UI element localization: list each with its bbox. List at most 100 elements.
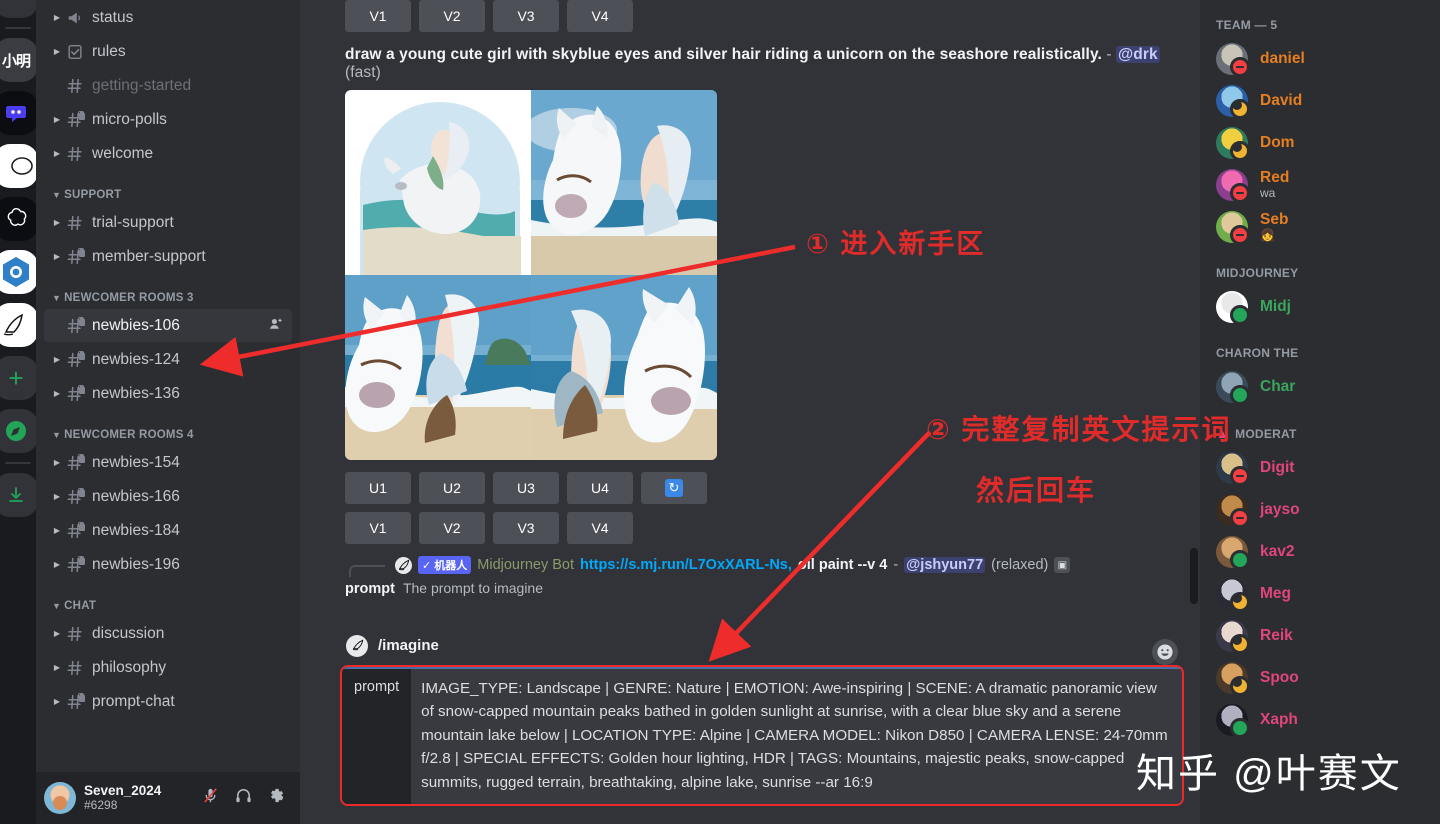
channel-list[interactable]: ▶ status ▶ rules getting-started ▶ micro-polls… [36,0,300,772]
member-row[interactable]: Midj [1208,286,1440,328]
prompt-input-box[interactable]: prompt IMAGE_TYPE: Landscape | GENRE: Na… [340,664,1184,806]
expand-arrow-icon[interactable]: ▶ [52,458,62,467]
expand-arrow-icon[interactable]: ▶ [52,355,62,364]
channel-category-newcomer-rooms-4[interactable]: ▼ NEWCOMER ROOMS 4 [36,411,300,445]
sidebar-item-trial-support[interactable]: ▶ trial-support [44,206,292,239]
member-row[interactable]: Dom [1208,122,1440,164]
mj-button-v2[interactable]: V2 [419,0,485,32]
expand-arrow-icon[interactable]: ▶ [52,663,62,672]
expand-arrow-icon[interactable]: ▶ [52,526,62,535]
sidebar-item-prompt-chat[interactable]: ▶ prompt-chat [44,685,292,718]
variation-button-row-top[interactable]: V1 V2 V3 V4 [345,0,1184,32]
sidebar-item-newbies-154[interactable]: ▶ newbies-154 [44,446,292,479]
member-row[interactable]: David [1208,80,1440,122]
sidebar-item-newbies-136[interactable]: ▶ newbies-136 [44,377,292,410]
sidebar-item-discussion[interactable]: ▶ discussion [44,617,292,650]
avatar[interactable] [1216,211,1250,245]
expand-arrow-icon[interactable]: ▶ [52,13,62,22]
channel-category-support[interactable]: ▼ SUPPORT [36,171,300,205]
image-icon[interactable]: ▣ [1054,557,1071,573]
sidebar-item-micro-polls[interactable]: ▶ micro-polls [44,103,292,136]
expand-arrow-icon[interactable]: ▶ [52,697,62,706]
avatar[interactable] [1216,169,1250,203]
sidebar-item-newbies-184[interactable]: ▶ newbies-184 [44,514,292,547]
mic-muted-icon[interactable] [201,786,220,810]
member-row[interactable]: jayso [1208,489,1440,531]
member-row[interactable]: Xaph [1208,699,1440,741]
guild-openai[interactable] [0,197,36,241]
sidebar-item-status[interactable]: ▶ status [44,1,292,34]
member-row[interactable]: Spoo [1208,657,1440,699]
grid-image-2[interactable] [531,90,717,275]
image-grid[interactable] [345,90,717,460]
sidebar-item-philosophy[interactable]: ▶ philosophy [44,651,292,684]
chat-scrollbar[interactable] [1190,548,1198,604]
sidebar-item-newbies-124[interactable]: ▶ newbies-124 [44,343,292,376]
reroll-button[interactable]: ↻ [641,472,707,504]
member-list[interactable]: TEAM — 5 daniel David Dom Red wa Seb 👧 MIDJOURNE… [1200,0,1440,824]
mj-button-v1[interactable]: V1 [345,0,411,32]
avatar[interactable] [44,782,76,814]
sidebar-item-getting-started[interactable]: getting-started [44,69,292,102]
member-row[interactable]: kav2 [1208,531,1440,573]
member-row[interactable]: Seb 👧 [1208,206,1440,248]
expand-arrow-icon[interactable]: ▶ [52,389,62,398]
member-row[interactable]: Digit [1208,447,1440,489]
sidebar-item-member-support[interactable]: ▶ member-support [44,240,292,273]
mj-button-u3[interactable]: U3 [493,472,559,504]
guild-discord-dev[interactable] [0,91,36,135]
guild-notification-badge[interactable] [0,0,36,18]
grid-image-3[interactable] [345,275,531,460]
emoji-icon[interactable] [1152,638,1178,665]
add-server-button[interactable]: + [0,356,36,400]
mj-button-v4[interactable]: V4 [567,512,633,544]
prompt-input[interactable]: IMAGE_TYPE: Landscape | GENRE: Nature | … [411,667,1182,805]
member-row[interactable]: daniel [1208,38,1440,80]
message-scroller[interactable]: V1 V2 V3 V4 draw a young cute girl with sky… [300,0,1200,635]
avatar[interactable] [1216,43,1250,77]
expand-arrow-icon[interactable]: ▶ [52,47,62,56]
download-apps-button[interactable] [0,473,36,517]
member-row[interactable]: Reik [1208,615,1440,657]
avatar[interactable] [1216,662,1250,696]
mj-button-v3[interactable]: V3 [493,0,559,32]
grid-image-1[interactable] [345,90,531,275]
avatar[interactable] [1216,620,1250,654]
bot-user-mention[interactable]: @jshyun77 [904,557,986,573]
avatar[interactable] [1216,578,1250,612]
prompt-link[interactable]: https://s.mj.run/L7OxXARL-Ns, [580,557,792,573]
mj-button-u1[interactable]: U1 [345,472,411,504]
guild-blue-token[interactable] [0,250,36,294]
guild-midjourney[interactable] [0,303,36,347]
sidebar-item-newbies-106[interactable]: newbies-106 [44,309,292,342]
explore-servers-button[interactable] [0,409,36,453]
channel-category-newcomer-rooms-3[interactable]: ▼ NEWCOMER ROOMS 3 [36,274,300,308]
mj-button-u4[interactable]: U4 [567,472,633,504]
avatar[interactable] [1216,494,1250,528]
avatar[interactable] [1216,291,1250,325]
mj-button-v2[interactable]: V2 [419,512,485,544]
expand-arrow-icon[interactable]: ▶ [52,149,62,158]
mj-button-v4[interactable]: V4 [567,0,633,32]
mj-button-v3[interactable]: V3 [493,512,559,544]
sidebar-item-newbies-166[interactable]: ▶ newbies-166 [44,480,292,513]
avatar[interactable] [1216,452,1250,486]
avatar[interactable] [1216,127,1250,161]
member-row[interactable]: Char [1208,366,1440,408]
upscale-button-row[interactable]: U1 U2 U3 U4 ↻ [345,472,1184,504]
expand-arrow-icon[interactable]: ▶ [52,115,62,124]
mj-button-v1[interactable]: V1 [345,512,411,544]
avatar[interactable] [1216,85,1250,119]
guild-chinese[interactable]: 小明 [0,38,36,82]
sidebar-item-welcome[interactable]: ▶ welcome [44,137,292,170]
avatar[interactable] [1216,536,1250,570]
sidebar-item-newbies-196[interactable]: ▶ newbies-196 [44,548,292,581]
expand-arrow-icon[interactable]: ▶ [52,629,62,638]
add-member-icon[interactable] [268,316,284,335]
avatar[interactable] [1216,704,1250,738]
channel-category-chat[interactable]: ▼ CHAT [36,582,300,616]
member-row[interactable]: Meg [1208,573,1440,615]
user-mention[interactable]: @drk [1116,46,1160,63]
expand-arrow-icon[interactable]: ▶ [52,218,62,227]
sidebar-item-rules[interactable]: ▶ rules [44,35,292,68]
